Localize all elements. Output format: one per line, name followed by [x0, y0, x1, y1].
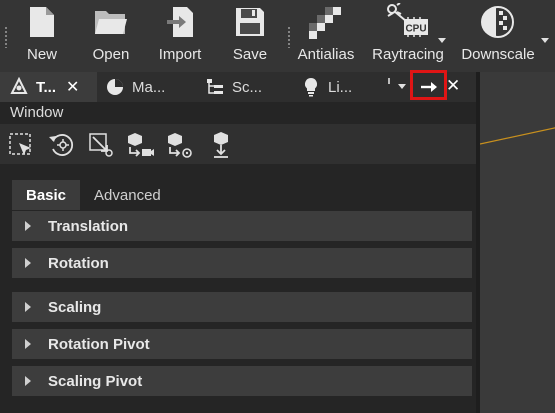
- import-label: Import: [158, 46, 202, 63]
- toolbar-grip[interactable]: [4, 26, 8, 48]
- downscale-icon: [478, 0, 518, 44]
- open-folder-icon: [91, 0, 131, 44]
- scale-icon[interactable]: [84, 128, 118, 162]
- antialias-icon: [306, 0, 346, 44]
- main-toolbar: New Open Import Save Antialias CPU Raytr…: [0, 0, 555, 72]
- select-region-icon[interactable]: [4, 128, 38, 162]
- section-title: Rotation Pivot: [48, 335, 150, 353]
- antialias-button[interactable]: Antialias: [297, 0, 355, 72]
- highlight-box: [410, 70, 447, 100]
- tab-scene-label: Sc...: [232, 78, 263, 96]
- open-button[interactable]: Open: [90, 0, 132, 72]
- section-title: Rotation: [48, 254, 109, 272]
- scene-tree-icon: [204, 76, 226, 98]
- expand-arrow-icon: [25, 258, 31, 268]
- rotate-icon[interactable]: [44, 128, 78, 162]
- antialias-label: Antialias: [297, 46, 355, 63]
- property-subtabs: Basic Advanced: [12, 180, 175, 210]
- open-label: Open: [92, 46, 130, 63]
- section-translation[interactable]: Translation: [12, 211, 472, 241]
- viewport-3d[interactable]: [476, 72, 555, 413]
- section-scaling[interactable]: Scaling: [12, 292, 472, 322]
- section-scaling-pivot[interactable]: Scaling Pivot: [12, 366, 472, 396]
- expand-arrow-icon: [25, 221, 31, 231]
- tab-lights-label: Li...: [328, 78, 353, 96]
- panel-tab-bar: T... ✕ Ma... Sc... Li... ✕: [0, 72, 476, 102]
- window-label: Window: [10, 104, 64, 121]
- save-button[interactable]: Save: [230, 0, 270, 72]
- raytracing-label: Raytracing: [372, 46, 444, 63]
- toolbar-grip-2[interactable]: [287, 26, 291, 48]
- tab-overflow-marker: [388, 78, 390, 84]
- expand-arrow-icon: [25, 376, 31, 386]
- subtab-basic[interactable]: Basic: [12, 180, 81, 210]
- tab-transform-label: T...: [36, 78, 57, 96]
- raytracing-icon: CPU: [383, 0, 433, 44]
- tab-transform[interactable]: T... ✕: [0, 72, 97, 102]
- section-title: Scaling: [48, 298, 102, 316]
- tab-material-label: Ma...: [132, 78, 166, 96]
- transform-icon: [8, 76, 30, 98]
- section-title: Scaling Pivot: [48, 372, 143, 390]
- tab-scene[interactable]: Sc...: [204, 72, 294, 102]
- downscale-label: Downscale: [461, 46, 535, 63]
- section-rotation[interactable]: Rotation: [12, 248, 472, 278]
- transform-tool-row: [0, 124, 476, 164]
- subtab-advanced[interactable]: Advanced: [80, 180, 175, 210]
- save-label: Save: [232, 46, 268, 63]
- raytracing-button[interactable]: CPU Raytracing: [372, 0, 444, 72]
- drop-to-ground-icon[interactable]: [204, 128, 238, 162]
- move-to-pivot-icon[interactable]: [164, 128, 198, 162]
- tab-material[interactable]: Ma...: [104, 72, 194, 102]
- light-bulb-icon: [300, 76, 322, 98]
- viewport-guide-line: [480, 127, 555, 145]
- downscale-dropdown-arrow[interactable]: [541, 38, 549, 43]
- save-icon: [230, 0, 270, 44]
- import-icon: [160, 0, 200, 44]
- expand-arrow-icon: [25, 339, 31, 349]
- raytracing-dropdown-arrow[interactable]: [438, 38, 446, 43]
- tab-list-dropdown-arrow[interactable]: [398, 84, 406, 89]
- tab-lights[interactable]: Li...: [300, 72, 390, 102]
- new-label: New: [26, 46, 57, 63]
- material-icon: [104, 76, 126, 98]
- new-button[interactable]: New: [22, 0, 62, 72]
- close-panel-icon[interactable]: ✕: [446, 76, 460, 96]
- section-title: Translation: [48, 217, 129, 235]
- new-file-icon: [22, 0, 62, 44]
- import-button[interactable]: Import: [155, 0, 205, 72]
- cpu-badge: CPU: [405, 24, 426, 35]
- move-to-camera-icon[interactable]: [124, 128, 158, 162]
- downscale-button[interactable]: Downscale: [461, 0, 535, 72]
- close-icon[interactable]: ✕: [66, 77, 79, 97]
- expand-arrow-icon: [25, 302, 31, 312]
- section-rotation-pivot[interactable]: Rotation Pivot: [12, 329, 472, 359]
